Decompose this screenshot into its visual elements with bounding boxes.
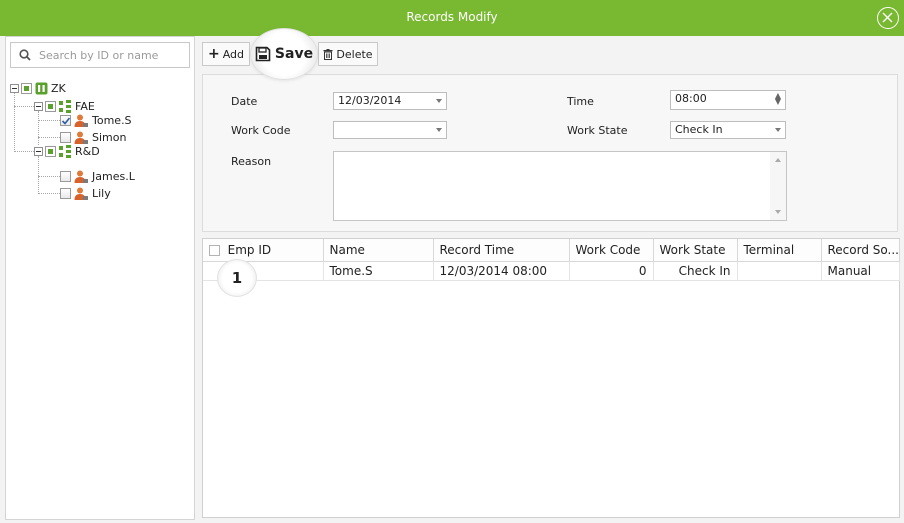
work-state-field[interactable]: Check In	[670, 121, 786, 139]
reason-textarea[interactable]	[333, 151, 787, 221]
window-title: Records Modify	[406, 10, 498, 24]
tree-node-employee[interactable]: Lily	[60, 184, 111, 202]
user-icon	[74, 114, 88, 127]
employee-tree-panel: ZK FAE Tome.S Simon	[5, 36, 195, 520]
record-form: Date 12/03/2014 Time 08:00 ▲ ▼ Work Code …	[202, 74, 898, 232]
tree-checkbox[interactable]	[45, 100, 56, 112]
date-label: Date	[231, 95, 258, 108]
tree-node-employee[interactable]: Tome.S	[60, 111, 132, 129]
collapse-icon[interactable]	[34, 101, 43, 111]
dropdown-arrow-icon[interactable]	[436, 99, 442, 103]
cell-record-source: Manual	[821, 261, 900, 281]
cell-name: Tome.S	[323, 261, 434, 281]
save-icon	[255, 46, 271, 62]
scroll-up-icon[interactable]	[775, 158, 781, 162]
cell-work-state: Check In	[653, 261, 738, 281]
tree-label: James.L	[92, 169, 135, 183]
add-button[interactable]: + Add	[202, 42, 250, 66]
tree-checkbox[interactable]	[60, 131, 71, 143]
select-all-checkbox[interactable]	[209, 244, 220, 256]
table-header-row: Emp ID Name Record Time Work Code Work S…	[203, 239, 900, 262]
tree-node-root[interactable]: ZK	[10, 79, 66, 97]
work-state-value: Check In	[675, 123, 723, 136]
department-icon	[59, 144, 71, 158]
close-button[interactable]	[877, 7, 899, 29]
collapse-icon[interactable]	[10, 83, 19, 93]
tree-checkbox[interactable]	[21, 82, 32, 94]
column-header-record-source[interactable]: Record So...	[821, 239, 900, 262]
reason-scrollbar[interactable]	[770, 152, 786, 220]
spinner-icon[interactable]: ▲ ▼	[775, 92, 781, 106]
column-header-work-code[interactable]: Work Code	[569, 239, 654, 262]
company-icon	[35, 82, 48, 94]
delete-button[interactable]: Delete	[318, 42, 378, 66]
save-button[interactable]: Save	[250, 28, 318, 80]
column-header-emp-id[interactable]: Emp ID	[203, 239, 324, 262]
plus-icon: +	[207, 46, 220, 62]
user-icon	[74, 187, 88, 200]
search-box[interactable]	[10, 42, 190, 68]
reason-label: Reason	[231, 155, 272, 168]
table-row[interactable]: Tome.S 12/03/2014 08:00 0 Check In Manua…	[203, 261, 900, 281]
dropdown-arrow-icon[interactable]	[775, 128, 781, 132]
search-icon	[19, 49, 31, 61]
column-header-record-time[interactable]: Record Time	[433, 239, 570, 262]
column-header-terminal[interactable]: Terminal	[737, 239, 822, 262]
title-bar: Records Modify	[0, 0, 904, 36]
cell-record-time: 12/03/2014 08:00	[433, 261, 570, 281]
tree-checkbox[interactable]	[60, 170, 71, 182]
records-table: Emp ID Name Record Time Work Code Work S…	[202, 238, 900, 518]
time-label: Time	[567, 95, 594, 108]
tree-label: R&D	[75, 144, 100, 158]
tree-label: Tome.S	[92, 113, 132, 127]
tree-node-employee[interactable]: James.L	[60, 167, 135, 185]
search-input[interactable]	[37, 46, 187, 64]
time-field[interactable]: 08:00 ▲ ▼	[670, 90, 786, 110]
tree-checkbox[interactable]	[45, 145, 56, 157]
tree-checkbox[interactable]	[60, 187, 71, 199]
date-field[interactable]: 12/03/2014	[333, 92, 447, 110]
cell-terminal	[737, 261, 822, 281]
collapse-icon[interactable]	[34, 146, 43, 156]
cell-work-code: 0	[569, 261, 654, 281]
records-modify-window: Records Modify ZK	[0, 0, 904, 523]
date-value: 12/03/2014	[338, 94, 402, 107]
tree-checkbox[interactable]	[60, 114, 71, 126]
tree-label: ZK	[51, 81, 66, 95]
delete-button-label: Delete	[336, 47, 373, 61]
scroll-down-icon[interactable]	[775, 210, 781, 214]
column-header-work-state[interactable]: Work State	[653, 239, 738, 262]
add-button-label: Add	[222, 47, 245, 61]
trash-icon	[323, 48, 333, 60]
time-value: 08:00	[675, 92, 707, 105]
user-icon	[74, 170, 88, 183]
tree-label: Lily	[92, 186, 111, 200]
tree-node-rnd[interactable]: R&D	[34, 142, 100, 160]
save-button-label: Save	[274, 46, 314, 62]
work-state-label: Work State	[567, 124, 628, 137]
work-code-label: Work Code	[231, 124, 291, 137]
work-code-field[interactable]	[333, 121, 447, 139]
dropdown-arrow-icon[interactable]	[436, 128, 442, 132]
emp-id-value: 1	[217, 259, 257, 297]
close-icon	[882, 12, 893, 23]
column-header-name[interactable]: Name	[323, 239, 434, 262]
